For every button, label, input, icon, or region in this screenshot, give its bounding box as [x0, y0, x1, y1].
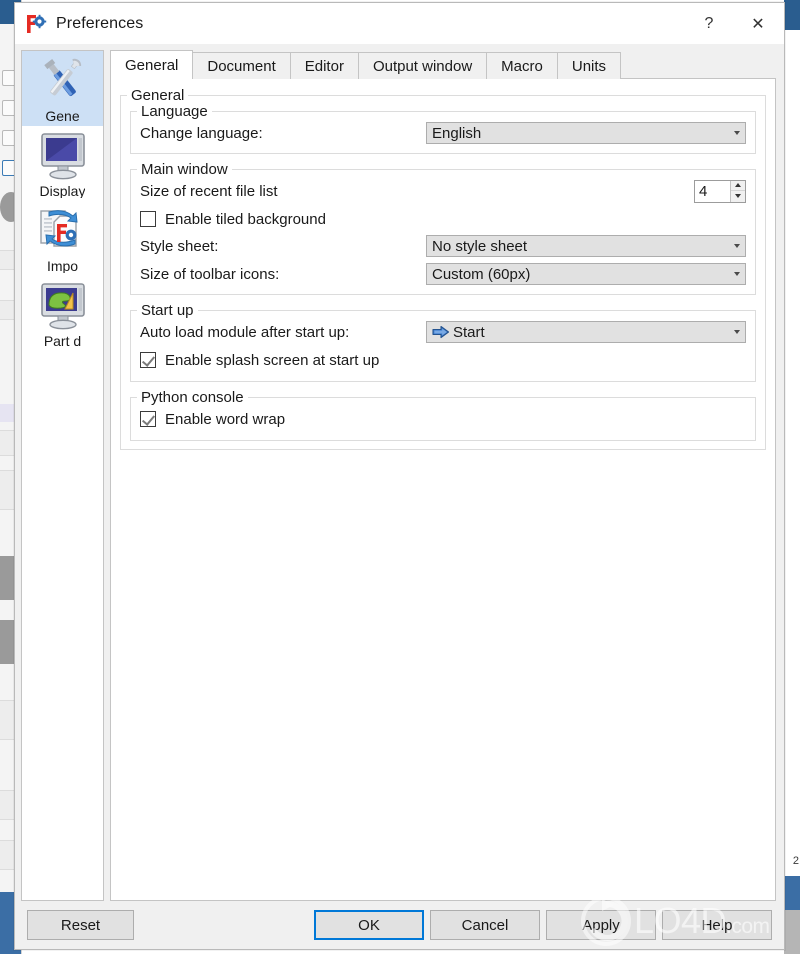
apply-button[interactable]: Apply: [546, 910, 656, 940]
recent-file-list-stepper[interactable]: 4: [694, 179, 746, 203]
preferences-pane: General Document Editor Output window Ma…: [110, 50, 776, 901]
tab-output-window[interactable]: Output window: [357, 52, 488, 79]
stepper-up-button[interactable]: [731, 180, 745, 191]
change-language-value: English: [432, 124, 482, 142]
start-up-groupbox: Start up Auto load module after start up…: [130, 302, 756, 382]
triangle-up-icon: [735, 183, 741, 188]
change-language-label: Change language:: [140, 124, 263, 142]
word-wrap-row[interactable]: Enable word wrap: [140, 406, 746, 432]
sidebar-item-label: Gene: [45, 109, 80, 123]
reset-button[interactable]: Reset: [27, 910, 134, 940]
word-wrap-label: Enable word wrap: [165, 410, 286, 428]
tiled-background-checkbox[interactable]: [140, 211, 156, 227]
main-window-groupbox: Main window Size of recent file list 4 E…: [130, 161, 756, 295]
help-titlebar-button[interactable]: ?: [686, 3, 732, 44]
python-console-groupbox: Python console Enable word wrap: [130, 389, 756, 441]
recent-file-list-value[interactable]: 4: [695, 181, 730, 202]
sidebar-item-import-export[interactable]: Impo: [22, 201, 103, 276]
style-sheet-value: No style sheet: [432, 237, 528, 255]
tab-bar[interactable]: General Document Editor Output window Ma…: [110, 50, 776, 80]
toolbar-icon-size-row: Size of toolbar icons: Custom (60px): [140, 261, 746, 287]
preferences-dialog: Preferences ? ✕ Gene Display Impo Part d…: [14, 2, 785, 950]
main-window-groupbox-title: Main window: [137, 161, 232, 178]
stepper-down-button[interactable]: [731, 191, 745, 202]
word-wrap-checkbox[interactable]: [140, 411, 156, 427]
sidebar-item-label: Display: [39, 184, 86, 198]
toolbar-icon-size-label: Size of toolbar icons:: [140, 265, 280, 283]
auto-load-module-label: Auto load module after start up:: [140, 323, 350, 341]
language-groupbox: Language Change language: English: [130, 103, 756, 154]
recent-file-list-label: Size of recent file list: [140, 182, 278, 200]
ok-button[interactable]: OK: [314, 910, 424, 940]
toolbar-icon-size-value: Custom (60px): [432, 265, 531, 283]
preferences-sidebar[interactable]: Gene Display Impo Part d: [21, 50, 104, 901]
stepper-buttons[interactable]: [730, 180, 745, 202]
close-button[interactable]: ✕: [732, 3, 784, 44]
background-titlebar-right: [784, 0, 800, 30]
sidebar-item-label: Part d: [43, 334, 82, 348]
general-groupbox-title: General: [127, 87, 189, 104]
tab-macro[interactable]: Macro: [486, 52, 558, 79]
tab-general[interactable]: General: [110, 50, 194, 80]
part-design-monitor-icon: [35, 279, 91, 333]
dialog-footer: Reset OK Cancel Apply Help: [15, 901, 784, 949]
freecad-preferences-icon: [25, 13, 47, 35]
dialog-title: Preferences: [56, 14, 144, 32]
tools-wrench-screwdriver-icon: [35, 54, 91, 108]
tiled-background-row[interactable]: Enable tiled background: [140, 206, 746, 232]
cancel-button[interactable]: Cancel: [430, 910, 540, 940]
background-right-accent: [784, 876, 800, 912]
triangle-down-icon: [735, 194, 741, 199]
tab-document[interactable]: Document: [192, 52, 291, 79]
recent-file-list-row: Size of recent file list 4: [140, 178, 746, 204]
tab-units[interactable]: Units: [556, 52, 622, 79]
help-button[interactable]: Help: [662, 910, 772, 940]
style-sheet-label: Style sheet:: [140, 237, 219, 255]
tiled-background-label: Enable tiled background: [165, 210, 326, 228]
auto-load-module-select[interactable]: Start: [426, 321, 746, 343]
style-sheet-select[interactable]: No style sheet: [426, 235, 746, 257]
dialog-body: Gene Display Impo Part d General Documen…: [15, 44, 784, 901]
start-up-groupbox-title: Start up: [137, 302, 198, 319]
general-groupbox: General Language Change language: Englis…: [120, 87, 766, 450]
sidebar-item-general[interactable]: Gene: [22, 51, 103, 126]
change-language-select[interactable]: English: [426, 122, 746, 144]
monitor-icon: [35, 129, 91, 183]
tab-editor[interactable]: Editor: [289, 52, 359, 79]
auto-load-module-value: Start: [453, 323, 485, 341]
tab-page-general: General Language Change language: Englis…: [110, 79, 776, 901]
style-sheet-row: Style sheet: No style sheet: [140, 233, 746, 259]
auto-load-module-row: Auto load module after start up: Start: [140, 319, 746, 345]
sidebar-item-label: Impo: [46, 259, 79, 273]
chevron-down-icon: [734, 244, 740, 248]
splash-screen-label: Enable splash screen at start up: [165, 351, 380, 369]
import-export-icon: [35, 204, 91, 258]
splash-screen-row[interactable]: Enable splash screen at start up: [140, 347, 746, 373]
python-console-groupbox-title: Python console: [137, 389, 248, 406]
language-groupbox-title: Language: [137, 103, 212, 120]
dialog-titlebar: Preferences ? ✕: [15, 3, 784, 44]
sidebar-item-part-design[interactable]: Part d: [22, 276, 103, 351]
chevron-down-icon: [734, 272, 740, 276]
background-right-bottom: [784, 910, 800, 954]
blue-right-arrow-icon: [432, 325, 450, 339]
chevron-down-icon: [734, 131, 740, 135]
change-language-row: Change language: English: [140, 120, 746, 146]
background-application-right-edge: 2: [784, 0, 800, 954]
sidebar-item-display[interactable]: Display: [22, 126, 103, 201]
background-right-text: 2: [792, 855, 799, 867]
splash-screen-checkbox[interactable]: [140, 352, 156, 368]
toolbar-icon-size-select[interactable]: Custom (60px): [426, 263, 746, 285]
screen-root: 2 Preferences ? ✕ Gene Display Impo Part…: [0, 0, 800, 954]
chevron-down-icon: [734, 330, 740, 334]
